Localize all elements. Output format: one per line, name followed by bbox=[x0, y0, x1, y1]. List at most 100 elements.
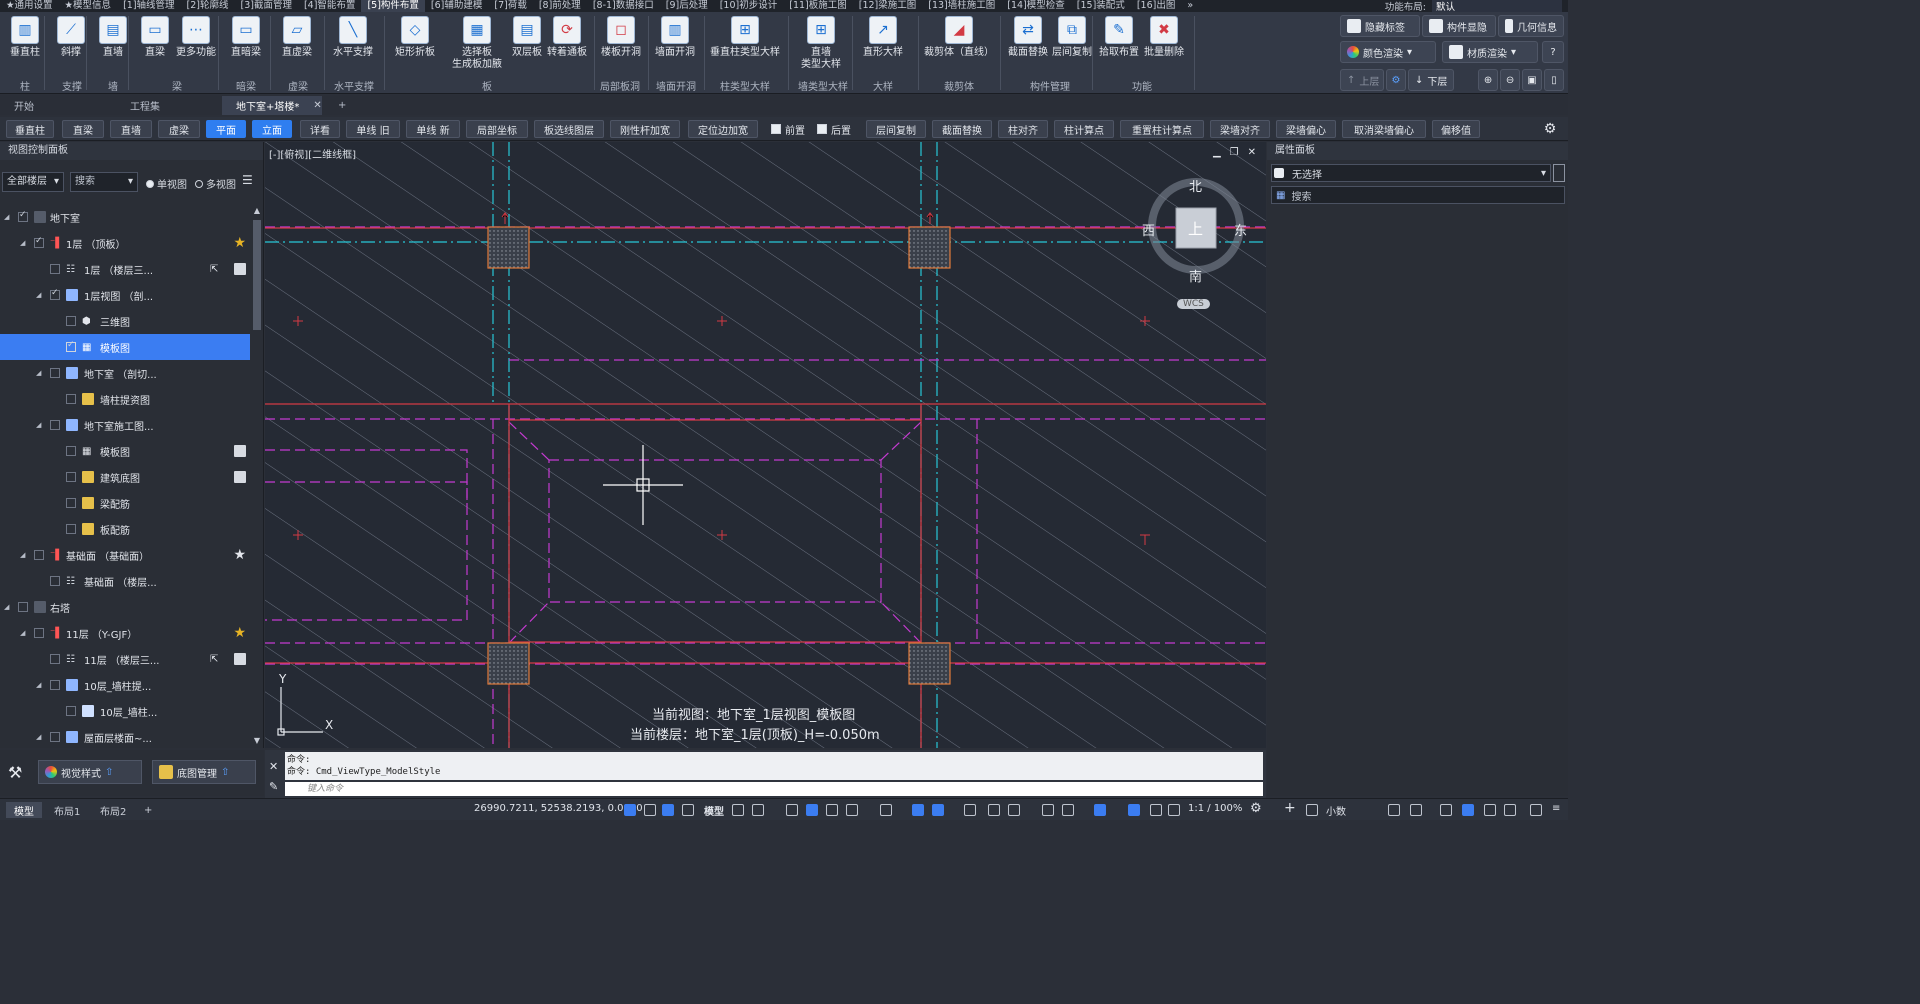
selection-dropdown[interactable]: 无选择 ▾ bbox=[1271, 164, 1551, 182]
checkbox-icon[interactable] bbox=[66, 446, 76, 456]
command-settings-icon[interactable]: ✎ bbox=[269, 780, 278, 793]
multi-view-radio[interactable]: 多视图 bbox=[195, 176, 236, 191]
collapse-icon[interactable]: ◢ bbox=[36, 421, 41, 429]
collapse-icon[interactable]: ◢ bbox=[4, 603, 9, 611]
floor-copy-quick[interactable]: 层间复制 bbox=[866, 120, 926, 138]
floor-down-button[interactable]: ↓ 下层 bbox=[1408, 69, 1454, 91]
status-menu-icon[interactable]: ≡ bbox=[1552, 803, 1560, 814]
horizontal-brace-button[interactable]: ╲ 水平支撑 bbox=[328, 16, 378, 59]
checkbox-icon[interactable] bbox=[50, 680, 60, 690]
tree-node-basement-section[interactable]: ◢ 地下室 （剖切... bbox=[0, 360, 250, 386]
floor-copy-button[interactable]: ⧉ 层间复制 bbox=[1047, 16, 1097, 59]
menu-tab-output[interactable]: [16]出图 bbox=[1131, 0, 1182, 12]
tree-node-floor-11-three[interactable]: ☷ 11层 （楼层三... ⇱ bbox=[0, 646, 250, 672]
geometry-info-button[interactable]: 几何信息 bbox=[1498, 15, 1564, 37]
hidden-beam-button[interactable]: ▭ 直暗梁 bbox=[221, 16, 271, 59]
checkbox-icon[interactable] bbox=[50, 368, 60, 378]
lock-ui-icon[interactable] bbox=[1410, 804, 1422, 816]
quick-properties-icon[interactable] bbox=[1388, 804, 1400, 816]
zoom-out-button[interactable]: ⊖ bbox=[1500, 69, 1520, 91]
units-select[interactable]: 小数 bbox=[1326, 803, 1346, 818]
slab-opening-button[interactable]: ◻ 楼板开洞 bbox=[596, 16, 646, 59]
restore-icon[interactable]: ❐ bbox=[1230, 147, 1239, 158]
menu-tab-component-layout[interactable]: [5]构件布置 bbox=[361, 0, 425, 12]
close-icon[interactable]: ✕ bbox=[313, 100, 321, 111]
view-plan-button[interactable]: 平面 bbox=[206, 120, 246, 138]
status-model-space[interactable]: 模型 bbox=[704, 803, 724, 818]
auto-scale-icon[interactable] bbox=[1168, 804, 1180, 816]
checkbox-icon[interactable] bbox=[50, 732, 60, 742]
menu-tab-data-interface[interactable]: [8-1]数据接口 bbox=[587, 0, 660, 12]
beam-wall-eccentric-button[interactable]: 梁墙偏心 bbox=[1276, 120, 1336, 138]
snap-mode-icon[interactable] bbox=[752, 804, 764, 816]
favorite-star-icon[interactable]: ★ bbox=[233, 547, 246, 563]
section-replace-quick[interactable]: 截面替换 bbox=[932, 120, 992, 138]
material-render-dropdown[interactable]: 材质渲染 ▾ bbox=[1442, 41, 1538, 63]
toolbar-settings-button[interactable]: ⚙ bbox=[1540, 120, 1560, 138]
hide-label-button[interactable]: 隐藏标签 bbox=[1340, 15, 1420, 37]
checkbox-icon[interactable] bbox=[50, 576, 60, 586]
floor-up-button[interactable]: ↑ 上层 bbox=[1340, 69, 1384, 91]
link-icon[interactable]: ⇱ bbox=[210, 264, 218, 275]
grid-display-icon[interactable] bbox=[732, 804, 744, 816]
scroll-down-icon[interactable]: ▼ bbox=[252, 736, 262, 746]
tree-node-floor-1-top[interactable]: ◢⁻▌1层 （顶板）★ bbox=[0, 230, 250, 256]
tools-button[interactable]: ⚒ bbox=[2, 760, 30, 784]
menu-tab-smart-layout[interactable]: [4]智能布置 bbox=[298, 0, 361, 12]
tab-project-set[interactable]: 工程集 bbox=[70, 96, 220, 115]
dynamic-input-icon[interactable] bbox=[806, 804, 818, 816]
checkbox-icon[interactable] bbox=[18, 210, 28, 222]
fullscreen-icon[interactable] bbox=[1530, 804, 1542, 816]
single-line-new-button[interactable]: 单线 新 bbox=[406, 120, 460, 138]
command-close-icon[interactable]: ✕ bbox=[269, 760, 278, 773]
menu-tab-section[interactable]: [3]截面管理 bbox=[235, 0, 298, 12]
slab-edge-layer-button[interactable]: 板选线图层 bbox=[534, 120, 604, 138]
collapse-icon[interactable]: ◢ bbox=[20, 239, 25, 247]
polar-icon[interactable] bbox=[682, 804, 694, 816]
layout-select[interactable]: 默认 bbox=[1432, 0, 1562, 12]
single-view-radio[interactable]: 单视图 bbox=[146, 176, 187, 191]
tree-node-foundation[interactable]: ◢ ⁻▌ 基础面 （基础面） ★ bbox=[0, 542, 250, 568]
transparency-icon[interactable] bbox=[988, 804, 1000, 816]
link-icon[interactable]: ⇱ bbox=[210, 654, 218, 665]
checkbox-icon[interactable] bbox=[66, 524, 76, 534]
zoom-in-button[interactable]: ⊕ bbox=[1478, 69, 1498, 91]
help-button[interactable]: ? bbox=[1542, 41, 1564, 63]
offset-value-button[interactable]: 偏移值 bbox=[1432, 120, 1480, 138]
lineweight-icon[interactable] bbox=[964, 804, 976, 816]
ortho-mode-icon[interactable] bbox=[826, 804, 838, 816]
pin-icon[interactable]: ⇧ bbox=[105, 767, 113, 778]
wall-opening-button[interactable]: ▥ 墙面开洞 bbox=[650, 16, 700, 59]
checkbox-icon[interactable] bbox=[66, 706, 76, 716]
wcs-button[interactable]: WCS bbox=[1177, 299, 1210, 309]
rigid-bar-widen-button[interactable]: 刚性杆加宽 bbox=[610, 120, 680, 138]
tree-node-floor-1-three[interactable]: ☷ 1层 （楼层三... ⇱ bbox=[0, 256, 250, 282]
tree-node-floor-11[interactable]: ◢ ⁻▌ 11层 （Y-GJF） ★ bbox=[0, 620, 250, 646]
menu-tab-model-check[interactable]: [14]模型检查 bbox=[1001, 0, 1071, 12]
tree-node-floor-1-view[interactable]: ◢1层视图 （剖... bbox=[0, 282, 250, 308]
through-slab-button[interactable]: ⟳ 转着通板 bbox=[542, 16, 592, 59]
checkbox-icon[interactable] bbox=[66, 472, 76, 482]
tree-search-input[interactable]: 搜索 bbox=[70, 172, 138, 192]
select-slab-button[interactable]: ▦ 选择板 生成板加腋 bbox=[452, 16, 502, 71]
component-visibility-button[interactable]: 构件显隐 bbox=[1422, 15, 1496, 37]
object-snap-tracking-icon[interactable] bbox=[912, 804, 924, 816]
selection-cycling-icon[interactable] bbox=[1008, 804, 1020, 816]
snap-icon[interactable] bbox=[644, 804, 656, 816]
column-type-detail-button[interactable]: ⊞ 垂直柱类型大样 bbox=[710, 16, 780, 59]
menu-tab-slab-drawing[interactable]: [11]板施工图 bbox=[783, 0, 853, 12]
collapse-icon[interactable]: ◢ bbox=[36, 733, 41, 741]
cancel-eccentric-button[interactable]: 取消梁墙偏心 bbox=[1342, 120, 1426, 138]
workspace-gear-icon[interactable]: ⚙ bbox=[1250, 801, 1262, 816]
selection-filter-icon[interactable] bbox=[1094, 804, 1106, 816]
menu-tab-aux-modeling[interactable]: [6]辅助建模 bbox=[425, 0, 488, 12]
dynamic-ucs-icon[interactable] bbox=[1062, 804, 1074, 816]
panel-menu-icon[interactable]: ☰ bbox=[242, 173, 253, 187]
tree-node-arch-base[interactable]: 建筑底图 bbox=[0, 464, 250, 490]
menu-tab-load[interactable]: [7]荷载 bbox=[488, 0, 532, 12]
quick-straight-wall[interactable]: 直墙 bbox=[110, 120, 152, 138]
gizmo-icon[interactable] bbox=[1128, 804, 1140, 816]
pick-layout-button[interactable]: ✎ 拾取布置 bbox=[1094, 16, 1144, 59]
front-toggle[interactable]: 前置 bbox=[768, 120, 808, 138]
menu-tab-model-info[interactable]: ★模型信息 bbox=[59, 0, 118, 12]
